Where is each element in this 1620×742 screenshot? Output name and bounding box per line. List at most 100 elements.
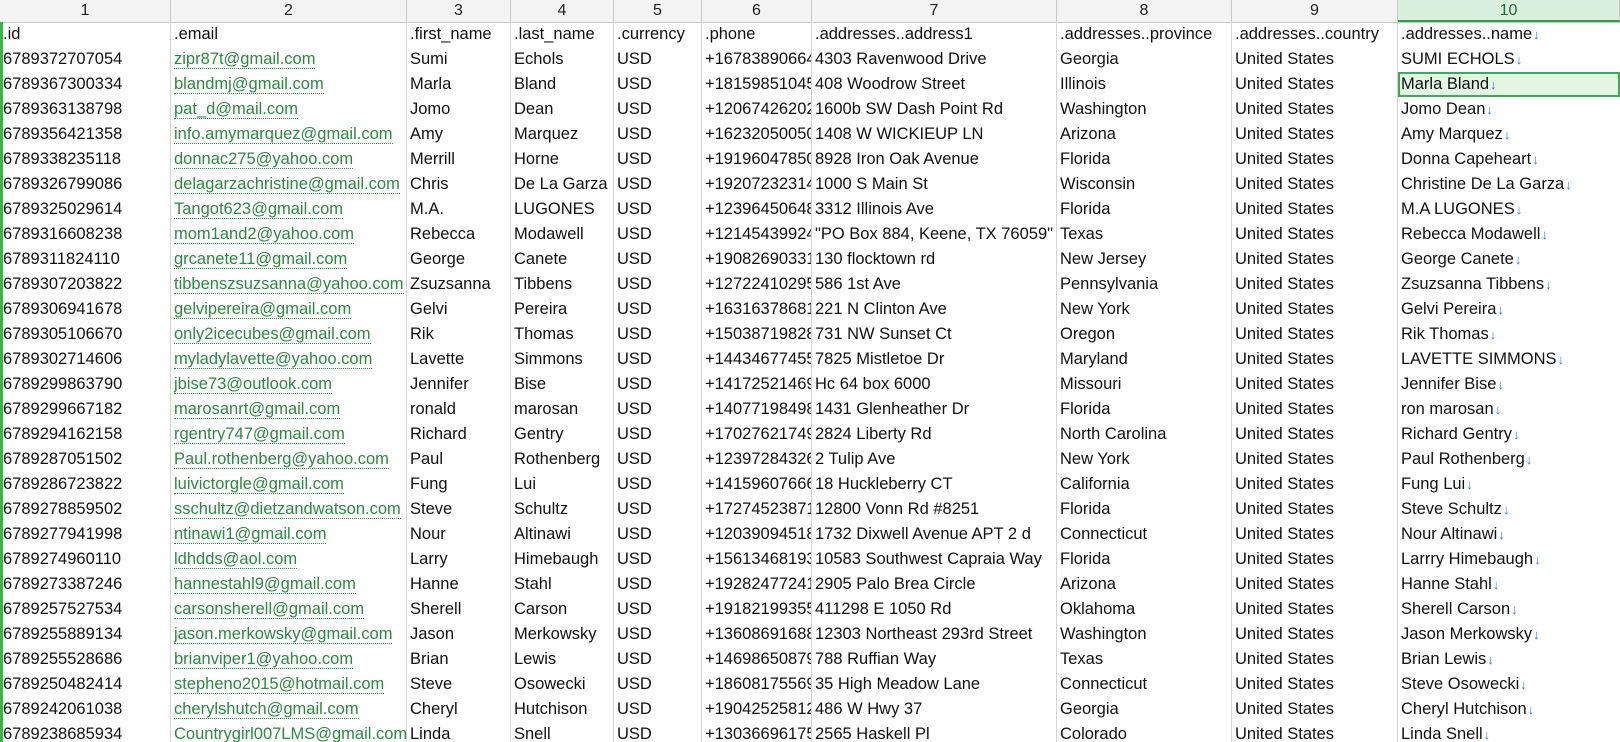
cell-id[interactable]: 6789311824110 xyxy=(0,247,171,272)
cell-country[interactable]: United States xyxy=(1232,647,1398,672)
cell-name[interactable]: Christine De La Garza↓ xyxy=(1398,172,1620,197)
cell-name[interactable]: Jason Merkowsky↓ xyxy=(1398,622,1620,647)
cell-currency[interactable]: USD xyxy=(614,72,702,97)
cell-address1[interactable]: "PO Box 884, Keene, TX 76059" xyxy=(812,222,1057,247)
cell-email[interactable]: ntinawi1@gmail.com xyxy=(171,522,407,547)
cell-address1[interactable]: 10583 Southwest Capraia Way xyxy=(812,547,1057,572)
cell-last-name[interactable]: Snell xyxy=(511,722,614,742)
cell-province[interactable]: Texas xyxy=(1057,647,1232,672)
cell-phone[interactable]: +12145439924 xyxy=(702,222,812,247)
cell-currency[interactable]: USD xyxy=(614,172,702,197)
email-link[interactable]: cherylshutch@gmail.com xyxy=(174,700,359,719)
cell-first-name[interactable]: Linda xyxy=(407,722,511,742)
cell-id[interactable]: 6789286723822 xyxy=(0,472,171,497)
cell-currency[interactable]: USD xyxy=(614,97,702,122)
cell-id[interactable]: 6789257527534 xyxy=(0,597,171,622)
cell-last-name[interactable]: Modawell xyxy=(511,222,614,247)
cell-name[interactable]: Amy Marquez↓ xyxy=(1398,122,1620,147)
cell-name[interactable]: Fung Lui↓ xyxy=(1398,472,1620,497)
email-link[interactable]: only2icecubes@gmail.com xyxy=(174,325,371,344)
cell-email[interactable]: gelvipereira@gmail.com xyxy=(171,297,407,322)
cell-address1[interactable]: 221 N Clinton Ave xyxy=(812,297,1057,322)
cell-country[interactable]: United States xyxy=(1232,272,1398,297)
cell-email[interactable]: hannestahl9@gmail.com xyxy=(171,572,407,597)
cell-phone[interactable]: +12722410295 xyxy=(702,272,812,297)
cell-last-name[interactable]: LUGONES xyxy=(511,197,614,222)
cell-country[interactable]: United States xyxy=(1232,672,1398,697)
cell-first-name[interactable]: Larry xyxy=(407,547,511,572)
cell-last-name[interactable]: Merkowsky xyxy=(511,622,614,647)
email-link[interactable]: tibbenszsuzsanna@yahoo.com xyxy=(174,275,404,294)
cell-email[interactable]: pat_d@mail.com xyxy=(171,97,407,122)
cell-name[interactable]: Richard Gentry↓ xyxy=(1398,422,1620,447)
cell-country[interactable]: United States xyxy=(1232,722,1398,742)
cell-name[interactable]: Nour Altinawi↓ xyxy=(1398,522,1620,547)
cell-country[interactable]: United States xyxy=(1232,422,1398,447)
cell-country[interactable]: United States xyxy=(1232,572,1398,597)
cell-phone[interactable]: +13608691688 xyxy=(702,622,812,647)
cell-first-name[interactable]: Jennifer xyxy=(407,372,511,397)
cell-province[interactable]: New York xyxy=(1057,297,1232,322)
cell-phone[interactable]: +12396450648 xyxy=(702,197,812,222)
cell-address1[interactable]: 586 1st Ave xyxy=(812,272,1057,297)
cell-phone[interactable]: +18159851045 xyxy=(702,72,812,97)
email-link[interactable]: grcanete11@gmail.com xyxy=(174,250,348,269)
cell-province[interactable]: Pennsylvania xyxy=(1057,272,1232,297)
cell-address1[interactable]: 4303 Ravenwood Drive xyxy=(812,47,1057,72)
cell-phone[interactable]: +19196047850 xyxy=(702,147,812,172)
cell-currency[interactable]: USD xyxy=(614,297,702,322)
cell-currency[interactable]: USD xyxy=(614,597,702,622)
cell-currency[interactable]: USD xyxy=(614,122,702,147)
header-cell-country[interactable]: .addresses..country xyxy=(1232,22,1398,47)
email-link[interactable]: carsonsherell@gmail.com xyxy=(174,600,365,619)
cell-province[interactable]: Connecticut xyxy=(1057,672,1232,697)
cell-name[interactable]: Cheryl Hutchison↓ xyxy=(1398,697,1620,722)
cell-address1[interactable]: 2 Tulip Ave xyxy=(812,447,1057,472)
cell-first-name[interactable]: Lavette xyxy=(407,347,511,372)
email-link[interactable]: Paul.rothenberg@yahoo.com xyxy=(174,450,389,469)
cell-id[interactable]: 6789307203822 xyxy=(0,272,171,297)
cell-address1[interactable]: 2905 Palo Brea Circle xyxy=(812,572,1057,597)
cell-country[interactable]: United States xyxy=(1232,247,1398,272)
cell-id[interactable]: 6789273387246 xyxy=(0,572,171,597)
cell-country[interactable]: United States xyxy=(1232,372,1398,397)
cell-last-name[interactable]: Himebaugh xyxy=(511,547,614,572)
cell-name[interactable]: Donna Capeheart↓ xyxy=(1398,147,1620,172)
cell-address1[interactable]: Hc 64 box 6000 xyxy=(812,372,1057,397)
cell-email[interactable]: Countrygirl007LMS@gmail.com xyxy=(171,722,407,742)
cell-address1[interactable]: 408 Woodrow Street xyxy=(812,72,1057,97)
cell-id[interactable]: 6789277941998 xyxy=(0,522,171,547)
cell-phone[interactable]: +17274523871 xyxy=(702,497,812,522)
cell-email[interactable]: mom1and2@yahoo.com xyxy=(171,222,407,247)
email-link[interactable]: zipr87t@gmail.com xyxy=(174,50,316,69)
cell-currency[interactable]: USD xyxy=(614,622,702,647)
cell-last-name[interactable]: Rothenberg xyxy=(511,447,614,472)
cell-first-name[interactable]: Zsuzsanna xyxy=(407,272,511,297)
cell-id[interactable]: 6789274960110 xyxy=(0,547,171,572)
email-link[interactable]: pat_d@mail.com xyxy=(174,100,299,119)
cell-email[interactable]: only2icecubes@gmail.com xyxy=(171,322,407,347)
cell-email[interactable]: cherylshutch@gmail.com xyxy=(171,697,407,722)
cell-currency[interactable]: USD xyxy=(614,222,702,247)
cell-email[interactable]: delagarzachristine@gmail.com xyxy=(171,172,407,197)
cell-phone[interactable]: +14077198498 xyxy=(702,397,812,422)
cell-first-name[interactable]: Steve xyxy=(407,672,511,697)
cell-country[interactable]: United States xyxy=(1232,222,1398,247)
cell-address1[interactable]: 411298 E 1050 Rd xyxy=(812,597,1057,622)
cell-email[interactable]: stepheno2015@hotmail.com xyxy=(171,672,407,697)
column-number-7[interactable]: 7 xyxy=(812,0,1057,22)
cell-id[interactable]: 6789299667182 xyxy=(0,397,171,422)
email-link[interactable]: delagarzachristine@gmail.com xyxy=(174,175,400,194)
cell-id[interactable]: 6789287051502 xyxy=(0,447,171,472)
email-link[interactable]: stepheno2015@hotmail.com xyxy=(174,675,385,694)
cell-last-name[interactable]: Altinawi xyxy=(511,522,614,547)
cell-email[interactable]: Paul.rothenberg@yahoo.com xyxy=(171,447,407,472)
cell-first-name[interactable]: Nour xyxy=(407,522,511,547)
cell-currency[interactable]: USD xyxy=(614,422,702,447)
cell-email[interactable]: jason.merkowsky@gmail.com xyxy=(171,622,407,647)
cell-currency[interactable]: USD xyxy=(614,497,702,522)
cell-first-name[interactable]: Steve xyxy=(407,497,511,522)
cell-last-name[interactable]: Lui xyxy=(511,472,614,497)
cell-name[interactable]: Jennifer Bise↓ xyxy=(1398,372,1620,397)
cell-address1[interactable]: 1600b SW Dash Point Rd xyxy=(812,97,1057,122)
